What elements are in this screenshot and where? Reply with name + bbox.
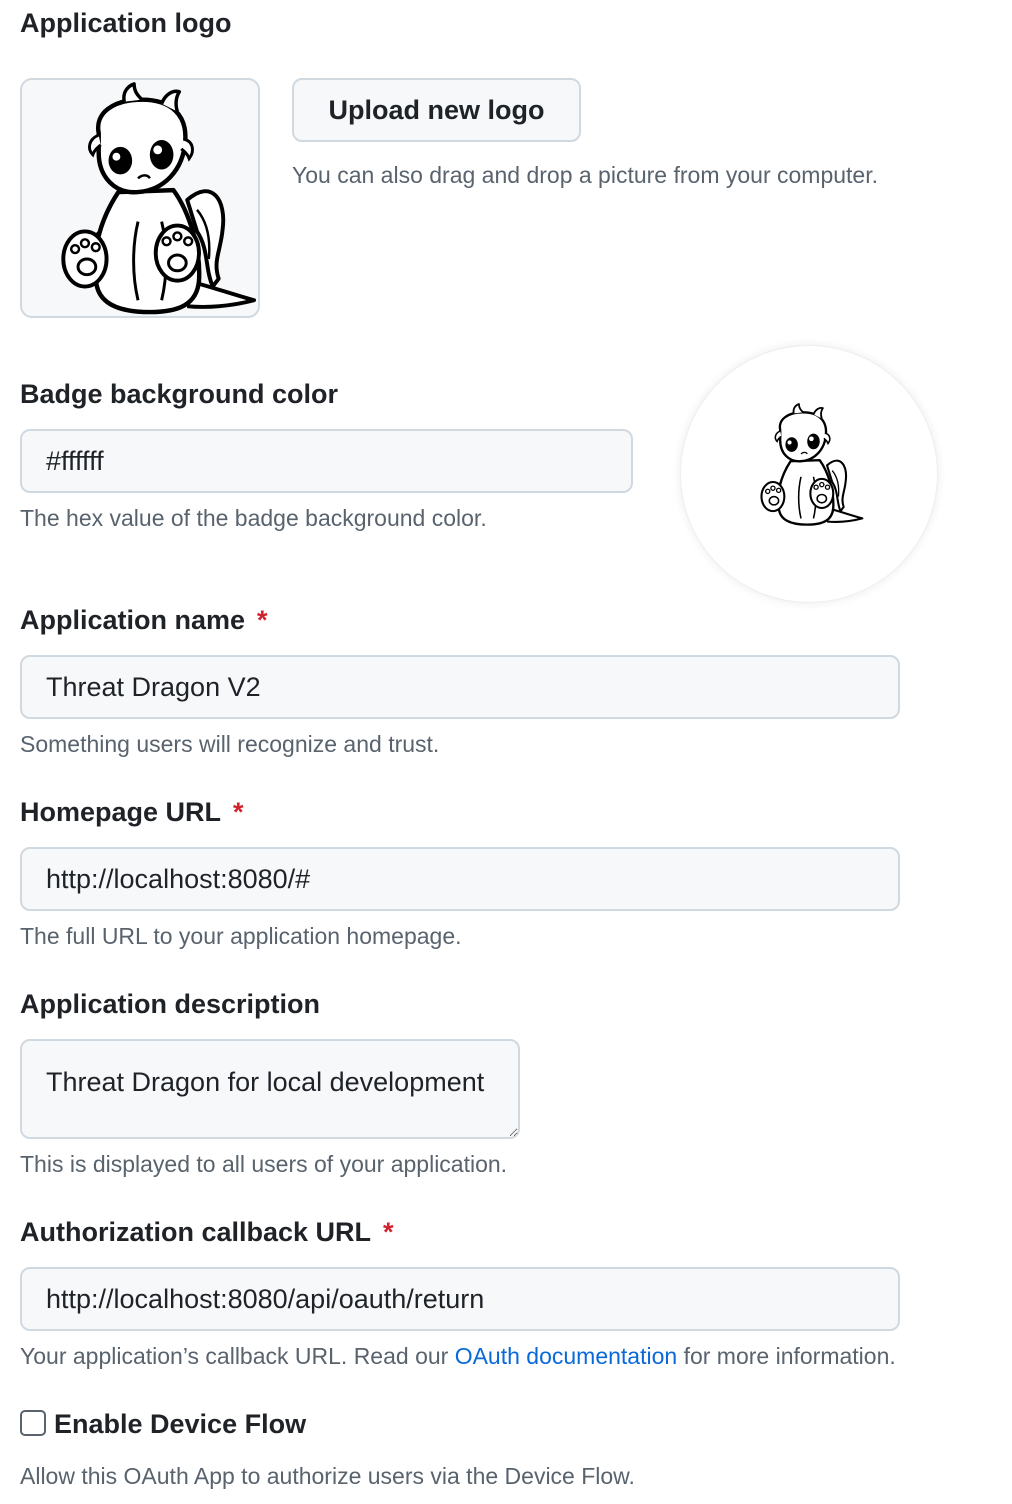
homepage-url-hint: The full URL to your application homepag…: [20, 923, 462, 949]
badge-color-hint: The hex value of the badge background co…: [20, 505, 487, 531]
upload-new-logo-button[interactable]: Upload new logo: [292, 78, 581, 142]
device-flow-hint: Allow this OAuth App to authorize users …: [20, 1463, 635, 1489]
application-name-label: Application name *: [20, 605, 268, 636]
authorization-callback-url-label: Authorization callback URL *: [20, 1217, 394, 1248]
badge-preview: [681, 346, 937, 602]
callback-url-hint: Your application’s callback URL. Read ou…: [20, 1343, 896, 1370]
homepage-url-label-text: Homepage URL: [20, 797, 222, 827]
homepage-url-label: Homepage URL *: [20, 797, 244, 828]
badge-background-color-label: Badge background color: [20, 379, 339, 409]
oauth-documentation-link[interactable]: OAuth documentation: [455, 1343, 677, 1369]
callback-url-hint-text: Your application’s callback URL. Read ou…: [20, 1343, 455, 1369]
homepage-url-input[interactable]: [20, 847, 900, 911]
enable-device-flow-label[interactable]: Enable Device Flow: [54, 1409, 306, 1440]
required-marker: *: [257, 605, 268, 635]
application-description-hint: This is displayed to all users of your a…: [20, 1151, 508, 1177]
callback-url-hint-suffix: for more information.: [677, 1343, 896, 1369]
application-name-hint: Something users will recognize and trust…: [20, 731, 440, 757]
application-logo-label: Application logo: [20, 8, 232, 38]
authorization-callback-url-input[interactable]: [20, 1267, 900, 1331]
application-name-input[interactable]: [20, 655, 900, 719]
application-logo-preview[interactable]: [20, 78, 260, 318]
required-marker: *: [233, 797, 244, 827]
authorization-callback-url-label-text: Authorization callback URL: [20, 1217, 372, 1247]
application-description-textarea[interactable]: Threat Dragon for local development: [20, 1039, 520, 1139]
required-marker: *: [383, 1217, 394, 1247]
badge-color-input[interactable]: [20, 429, 633, 493]
application-description-label: Application description: [20, 989, 321, 1019]
drag-drop-hint: You can also drag and drop a picture fro…: [292, 162, 878, 188]
dragon-mascot-icon: [22, 80, 258, 316]
application-name-label-text: Application name: [20, 605, 246, 635]
dragon-mascot-icon: [760, 402, 864, 526]
enable-device-flow-checkbox[interactable]: [20, 1410, 46, 1436]
